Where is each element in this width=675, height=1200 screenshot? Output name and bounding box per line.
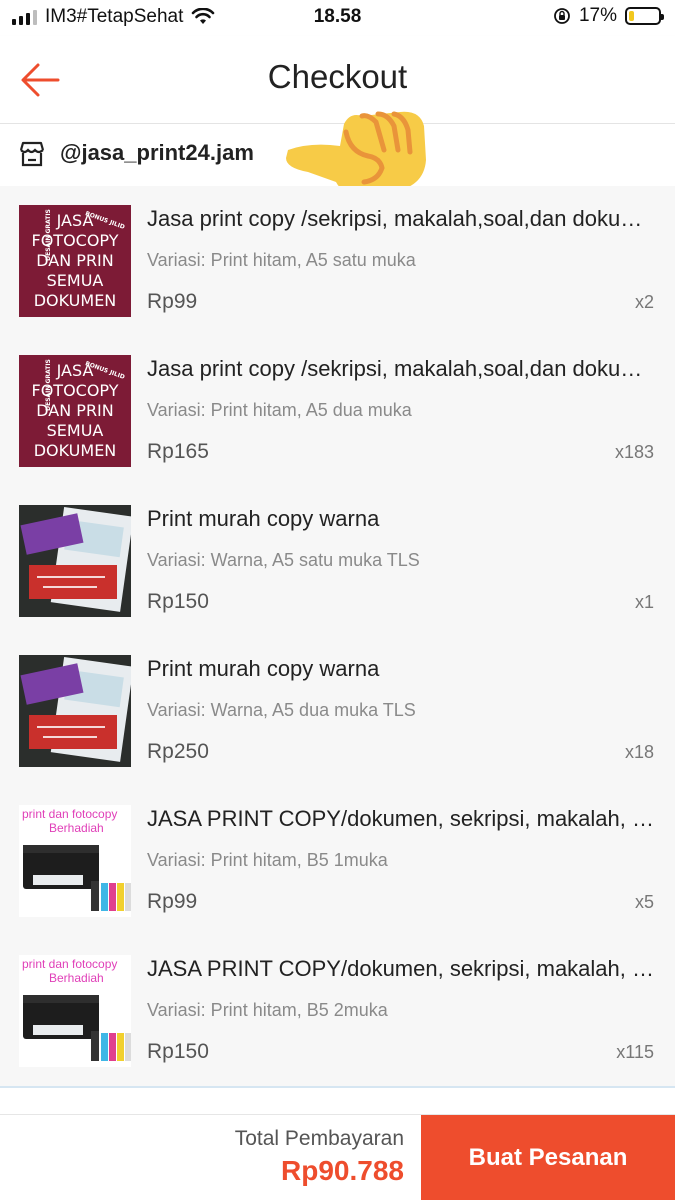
product-quantity: x115 xyxy=(616,1042,654,1062)
list-item[interactable]: print dan fotocopy Berhadiah JASA PRINT … xyxy=(0,936,675,1086)
product-name: Jasa print copy /sekripsi, makalah,soal,… xyxy=(147,206,657,231)
list-item[interactable]: DESAIN GRATIS BONUS JILID JASA FOTOCOPY … xyxy=(0,336,675,486)
product-image xyxy=(19,655,131,767)
total-label: Total Pembayaran xyxy=(234,1127,404,1150)
status-right: 17% xyxy=(553,5,664,27)
list-item[interactable]: Print murah copy warna Variasi: Warna, A… xyxy=(0,486,675,636)
orientation-lock-icon xyxy=(554,8,570,24)
product-variant: Variasi: Warna, A5 satu muka TLS xyxy=(147,550,420,570)
product-variant: Variasi: Print hitam, B5 2muka xyxy=(147,1000,388,1020)
product-price: Rp99 xyxy=(147,290,198,313)
thumb-caption: print dan fotocopy xyxy=(22,807,118,821)
thumb-caption-2: Berhadiah xyxy=(49,971,104,985)
status-bar: IM3#TetapSehat 18.58 17% xyxy=(0,0,675,36)
thumb-text: DOKUMEN xyxy=(33,441,117,460)
battery-percent: 17% xyxy=(578,5,617,26)
battery-icon xyxy=(625,7,664,25)
product-image xyxy=(19,505,131,617)
product-price: Rp250 xyxy=(147,740,209,763)
page-title: Checkout xyxy=(267,58,408,95)
product-image: print dan fotocopy Berhadiah xyxy=(19,805,131,917)
thumb-caption-2: Berhadiah xyxy=(49,821,104,835)
product-variant: Variasi: Print hitam, A5 satu muka xyxy=(147,250,416,270)
product-name: Jasa print copy /sekripsi, makalah,soal,… xyxy=(147,356,657,381)
product-name: JASA PRINT COPY/dokumen, sekripsi, makal… xyxy=(147,806,657,831)
checkout-bottom-bar: Total Pembayaran Rp90.788 Buat Pesanan xyxy=(0,1114,675,1200)
product-name: Print murah copy warna xyxy=(147,506,380,531)
list-item[interactable]: Print murah copy warna Variasi: Warna, A… xyxy=(0,636,675,786)
photo-thumbnail xyxy=(19,505,131,617)
product-variant: Variasi: Warna, A5 dua muka TLS xyxy=(147,700,416,720)
store-icon xyxy=(19,141,45,167)
place-order-button[interactable]: Buat Pesanan xyxy=(421,1115,675,1200)
product-quantity: x1 xyxy=(634,592,654,612)
product-image: DESAIN GRATIS BONUS JILID JASA FOTOCOPY … xyxy=(19,355,131,467)
total-value: Rp90.788 xyxy=(281,1155,404,1186)
list-item[interactable]: DESAIN GRATIS BONUS JILID JASA FOTOCOPY … xyxy=(0,186,675,336)
section-divider xyxy=(0,1086,675,1088)
product-quantity: x5 xyxy=(634,892,654,912)
product-variant: Variasi: Print hitam, A5 dua muka xyxy=(147,400,412,420)
thumb-text: SEMUA xyxy=(46,271,104,290)
product-quantity: x183 xyxy=(614,442,654,462)
shop-name: @jasa_print24.jam xyxy=(60,140,254,165)
product-variant: Variasi: Print hitam, B5 1muka xyxy=(147,850,388,870)
product-price: Rp165 xyxy=(147,440,209,463)
thumb-text: DOKUMEN xyxy=(33,291,117,310)
product-image: print dan fotocopy Berhadiah xyxy=(19,955,131,1067)
thumb-text: SEMUA xyxy=(46,421,104,440)
product-name: JASA PRINT COPY/dokumen, sekripsi, makal… xyxy=(147,956,657,981)
product-quantity: x2 xyxy=(634,292,654,312)
product-image: DESAIN GRATIS BONUS JILID JASA FOTOCOPY … xyxy=(19,205,131,317)
order-item-list: DESAIN GRATIS BONUS JILID JASA FOTOCOPY … xyxy=(0,186,675,1086)
battery-fill xyxy=(629,11,634,21)
product-price: Rp150 xyxy=(147,590,209,613)
thumb-caption: print dan fotocopy xyxy=(22,957,118,971)
product-quantity: x18 xyxy=(624,742,654,762)
product-price: Rp150 xyxy=(147,1040,209,1063)
photo-thumbnail xyxy=(19,655,131,767)
product-price: Rp99 xyxy=(147,890,198,913)
product-name: Print murah copy warna xyxy=(147,656,380,681)
list-item[interactable]: print dan fotocopy Berhadiah JASA PRINT … xyxy=(0,786,675,936)
